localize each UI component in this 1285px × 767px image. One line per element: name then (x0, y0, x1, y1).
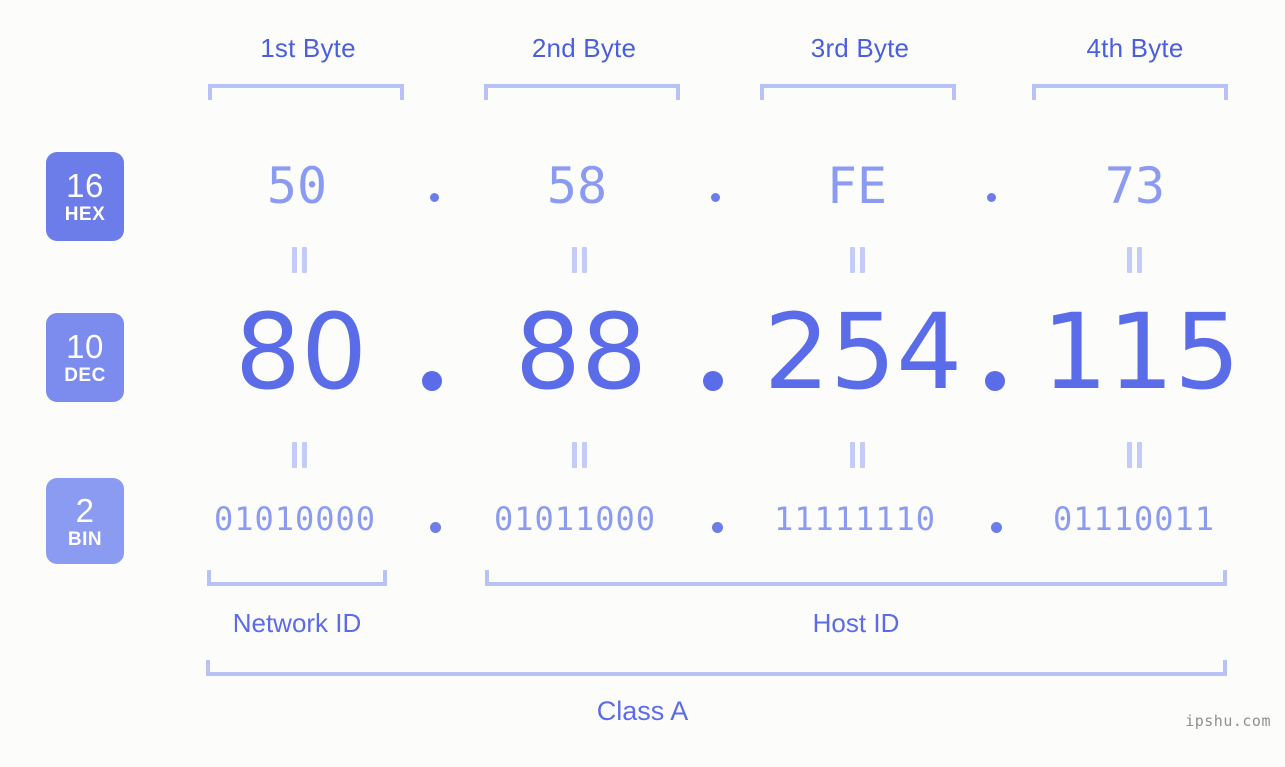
dec-byte-2: 88 (514, 291, 648, 413)
hex-separator-3 (987, 193, 1001, 207)
bin-byte-2: 01011000 (493, 500, 657, 538)
ip-address-breakdown-diagram: 1st Byte 2nd Byte 3rd Byte 4th Byte 16 H… (0, 0, 1285, 767)
host-id-label: Host ID (812, 608, 900, 638)
base-radix-bin: 2 (75, 491, 95, 529)
base-badge-hex: 16 HEX (46, 152, 124, 241)
dec-byte-1: 80 (234, 291, 368, 413)
dec-byte-4: 115 (1041, 291, 1241, 413)
host-id-bracket (485, 570, 1227, 586)
byte-header-2: 2nd Byte (531, 33, 637, 63)
site-watermark: ipshu.com (1185, 712, 1271, 730)
byte-bracket-2 (484, 84, 680, 100)
equals-icon-hex-dec-2 (569, 247, 591, 273)
hex-byte-3: FE (826, 157, 888, 215)
equals-icon-dec-bin-4 (1124, 442, 1146, 468)
equals-icon-dec-bin-1 (289, 442, 311, 468)
dec-separator-3 (985, 371, 1005, 391)
equals-icon-dec-bin-2 (569, 442, 591, 468)
class-bracket (206, 660, 1227, 676)
bin-byte-3: 11111110 (773, 500, 937, 538)
base-badge-bin: 2 BIN (46, 478, 124, 564)
hex-byte-1: 50 (266, 157, 328, 215)
dec-separator-2 (703, 371, 723, 391)
byte-header-4: 4th Byte (1086, 33, 1184, 63)
equals-icon-hex-dec-4 (1124, 247, 1146, 273)
base-name-bin: BIN (67, 528, 103, 550)
base-name-hex: HEX (64, 204, 106, 225)
bin-byte-1: 01010000 (213, 500, 377, 538)
byte-header-1: 1st Byte (260, 33, 356, 63)
base-radix-dec: 10 (66, 328, 104, 365)
base-name-dec: DEC (64, 365, 106, 386)
equals-icon-dec-bin-3 (847, 442, 869, 468)
byte-header-3: 3rd Byte (810, 33, 910, 63)
hex-separator-2 (711, 193, 725, 207)
bin-byte-4: 01110011 (1052, 500, 1216, 538)
equals-icon-hex-dec-3 (847, 247, 869, 273)
byte-bracket-1 (208, 84, 404, 100)
hex-byte-4: 73 (1104, 157, 1166, 215)
class-label: Class A (596, 696, 689, 726)
dec-separator-1 (422, 371, 442, 391)
equals-icon-hex-dec-1 (289, 247, 311, 273)
hex-byte-2: 58 (546, 157, 608, 215)
base-badge-dec: 10 DEC (46, 313, 124, 402)
network-id-label: Network ID (232, 608, 362, 638)
byte-bracket-3 (760, 84, 956, 100)
network-id-bracket (207, 570, 387, 586)
byte-bracket-4 (1032, 84, 1228, 100)
dec-byte-3: 254 (763, 291, 963, 413)
hex-separator-1 (430, 193, 444, 207)
base-radix-hex: 16 (66, 167, 104, 204)
